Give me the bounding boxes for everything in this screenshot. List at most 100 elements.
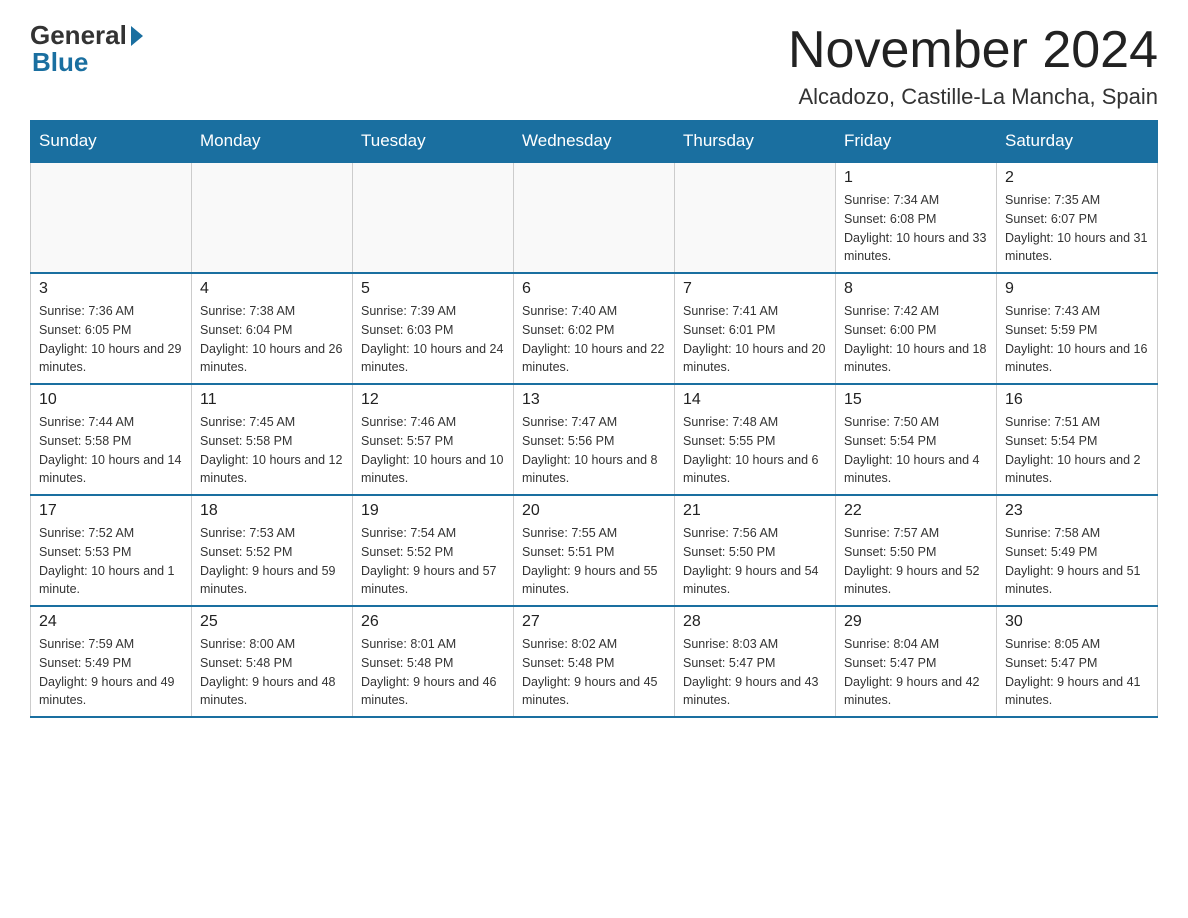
calendar-cell: 25 Sunrise: 8:00 AM Sunset: 5:48 PM Dayli… bbox=[192, 606, 353, 717]
day-info: Sunrise: 7:41 AM Sunset: 6:01 PM Dayligh… bbox=[683, 302, 827, 377]
calendar-cell: 15 Sunrise: 7:50 AM Sunset: 5:54 PM Dayli… bbox=[836, 384, 997, 495]
calendar-cell: 6 Sunrise: 7:40 AM Sunset: 6:02 PM Daylig… bbox=[514, 273, 675, 384]
day-number: 14 bbox=[683, 391, 827, 409]
day-number: 22 bbox=[844, 502, 988, 520]
day-number: 24 bbox=[39, 613, 183, 631]
day-info: Sunrise: 7:43 AM Sunset: 5:59 PM Dayligh… bbox=[1005, 302, 1149, 377]
calendar-cell: 16 Sunrise: 7:51 AM Sunset: 5:54 PM Dayli… bbox=[997, 384, 1158, 495]
day-number: 9 bbox=[1005, 280, 1149, 298]
calendar-cell: 17 Sunrise: 7:52 AM Sunset: 5:53 PM Dayli… bbox=[31, 495, 192, 606]
calendar-cell: 10Sunrise: 7:44 AM Sunset: 5:58 PM Dayli… bbox=[31, 384, 192, 495]
calendar-week-row: 17 Sunrise: 7:52 AM Sunset: 5:53 PM Dayli… bbox=[31, 495, 1158, 606]
day-info: Sunrise: 7:53 AM Sunset: 5:52 PM Dayligh… bbox=[200, 524, 344, 599]
calendar-cell: 11 Sunrise: 7:45 AM Sunset: 5:58 PM Dayli… bbox=[192, 384, 353, 495]
day-header-sunday: Sunday bbox=[31, 121, 192, 163]
calendar-cell bbox=[675, 162, 836, 273]
day-info: Sunrise: 7:35 AM Sunset: 6:07 PM Dayligh… bbox=[1005, 191, 1149, 266]
logo: General Blue bbox=[30, 20, 143, 78]
day-info: Sunrise: 7:40 AM Sunset: 6:02 PM Dayligh… bbox=[522, 302, 666, 377]
day-info: Sunrise: 7:46 AM Sunset: 5:57 PM Dayligh… bbox=[361, 413, 505, 488]
day-number: 11 bbox=[200, 391, 344, 409]
day-number: 13 bbox=[522, 391, 666, 409]
calendar-cell: 13 Sunrise: 7:47 AM Sunset: 5:56 PM Dayli… bbox=[514, 384, 675, 495]
day-number: 17 bbox=[39, 502, 183, 520]
calendar-cell: 4Sunrise: 7:38 AM Sunset: 6:04 PM Daylig… bbox=[192, 273, 353, 384]
day-header-wednesday: Wednesday bbox=[514, 121, 675, 163]
day-info: Sunrise: 7:56 AM Sunset: 5:50 PM Dayligh… bbox=[683, 524, 827, 599]
day-info: Sunrise: 7:58 AM Sunset: 5:49 PM Dayligh… bbox=[1005, 524, 1149, 599]
day-number: 18 bbox=[200, 502, 344, 520]
calendar-cell: 30 Sunrise: 8:05 AM Sunset: 5:47 PM Dayli… bbox=[997, 606, 1158, 717]
day-info: Sunrise: 7:34 AM Sunset: 6:08 PM Dayligh… bbox=[844, 191, 988, 266]
calendar-cell: 5 Sunrise: 7:39 AM Sunset: 6:03 PM Daylig… bbox=[353, 273, 514, 384]
day-info: Sunrise: 7:50 AM Sunset: 5:54 PM Dayligh… bbox=[844, 413, 988, 488]
day-number: 15 bbox=[844, 391, 988, 409]
calendar-cell: 27 Sunrise: 8:02 AM Sunset: 5:48 PM Dayli… bbox=[514, 606, 675, 717]
day-header-monday: Monday bbox=[192, 121, 353, 163]
calendar-cell bbox=[353, 162, 514, 273]
day-number: 10 bbox=[39, 391, 183, 409]
calendar-cell: 26 Sunrise: 8:01 AM Sunset: 5:48 PM Dayli… bbox=[353, 606, 514, 717]
logo-blue-label: Blue bbox=[30, 47, 88, 78]
day-info: Sunrise: 7:51 AM Sunset: 5:54 PM Dayligh… bbox=[1005, 413, 1149, 488]
calendar-cell: 18 Sunrise: 7:53 AM Sunset: 5:52 PM Dayli… bbox=[192, 495, 353, 606]
day-header-friday: Friday bbox=[836, 121, 997, 163]
day-number: 26 bbox=[361, 613, 505, 631]
day-number: 6 bbox=[522, 280, 666, 298]
calendar-cell: 20 Sunrise: 7:55 AM Sunset: 5:51 PM Dayli… bbox=[514, 495, 675, 606]
day-info: Sunrise: 7:45 AM Sunset: 5:58 PM Dayligh… bbox=[200, 413, 344, 488]
day-number: 29 bbox=[844, 613, 988, 631]
day-header-saturday: Saturday bbox=[997, 121, 1158, 163]
calendar-cell: 14Sunrise: 7:48 AM Sunset: 5:55 PM Dayli… bbox=[675, 384, 836, 495]
calendar-cell: 9 Sunrise: 7:43 AM Sunset: 5:59 PM Daylig… bbox=[997, 273, 1158, 384]
header: General Blue November 2024 Alcadozo, Cas… bbox=[30, 20, 1158, 110]
day-info: Sunrise: 7:47 AM Sunset: 5:56 PM Dayligh… bbox=[522, 413, 666, 488]
day-info: Sunrise: 7:52 AM Sunset: 5:53 PM Dayligh… bbox=[39, 524, 183, 599]
calendar-week-row: 24 Sunrise: 7:59 AM Sunset: 5:49 PM Dayli… bbox=[31, 606, 1158, 717]
day-info: Sunrise: 8:05 AM Sunset: 5:47 PM Dayligh… bbox=[1005, 635, 1149, 710]
day-info: Sunrise: 7:57 AM Sunset: 5:50 PM Dayligh… bbox=[844, 524, 988, 599]
calendar-cell: 2 Sunrise: 7:35 AM Sunset: 6:07 PM Daylig… bbox=[997, 162, 1158, 273]
calendar-week-row: 3Sunrise: 7:36 AM Sunset: 6:05 PM Daylig… bbox=[31, 273, 1158, 384]
calendar-cell: 21 Sunrise: 7:56 AM Sunset: 5:50 PM Dayli… bbox=[675, 495, 836, 606]
day-number: 27 bbox=[522, 613, 666, 631]
calendar-cell: 23 Sunrise: 7:58 AM Sunset: 5:49 PM Dayli… bbox=[997, 495, 1158, 606]
calendar-cell: 8 Sunrise: 7:42 AM Sunset: 6:00 PM Daylig… bbox=[836, 273, 997, 384]
day-info: Sunrise: 8:02 AM Sunset: 5:48 PM Dayligh… bbox=[522, 635, 666, 710]
calendar-cell: 12Sunrise: 7:46 AM Sunset: 5:57 PM Dayli… bbox=[353, 384, 514, 495]
day-info: Sunrise: 7:36 AM Sunset: 6:05 PM Dayligh… bbox=[39, 302, 183, 377]
calendar-cell: 28 Sunrise: 8:03 AM Sunset: 5:47 PM Dayli… bbox=[675, 606, 836, 717]
day-info: Sunrise: 7:55 AM Sunset: 5:51 PM Dayligh… bbox=[522, 524, 666, 599]
day-number: 5 bbox=[361, 280, 505, 298]
day-number: 4 bbox=[200, 280, 344, 298]
calendar-cell: 19Sunrise: 7:54 AM Sunset: 5:52 PM Dayli… bbox=[353, 495, 514, 606]
day-info: Sunrise: 7:59 AM Sunset: 5:49 PM Dayligh… bbox=[39, 635, 183, 710]
day-number: 28 bbox=[683, 613, 827, 631]
day-number: 2 bbox=[1005, 169, 1149, 187]
logo-arrow-icon bbox=[131, 26, 143, 46]
day-info: Sunrise: 8:00 AM Sunset: 5:48 PM Dayligh… bbox=[200, 635, 344, 710]
day-number: 8 bbox=[844, 280, 988, 298]
calendar-cell: 29 Sunrise: 8:04 AM Sunset: 5:47 PM Dayli… bbox=[836, 606, 997, 717]
day-info: Sunrise: 8:01 AM Sunset: 5:48 PM Dayligh… bbox=[361, 635, 505, 710]
month-title: November 2024 bbox=[788, 20, 1158, 80]
day-number: 25 bbox=[200, 613, 344, 631]
day-number: 30 bbox=[1005, 613, 1149, 631]
day-number: 23 bbox=[1005, 502, 1149, 520]
day-number: 16 bbox=[1005, 391, 1149, 409]
calendar-cell: 24 Sunrise: 7:59 AM Sunset: 5:49 PM Dayli… bbox=[31, 606, 192, 717]
title-area: November 2024 Alcadozo, Castille-La Manc… bbox=[788, 20, 1158, 110]
day-info: Sunrise: 8:03 AM Sunset: 5:47 PM Dayligh… bbox=[683, 635, 827, 710]
calendar-table: SundayMondayTuesdayWednesdayThursdayFrid… bbox=[30, 120, 1158, 718]
day-info: Sunrise: 7:39 AM Sunset: 6:03 PM Dayligh… bbox=[361, 302, 505, 377]
day-info: Sunrise: 8:04 AM Sunset: 5:47 PM Dayligh… bbox=[844, 635, 988, 710]
calendar-week-row: 10Sunrise: 7:44 AM Sunset: 5:58 PM Dayli… bbox=[31, 384, 1158, 495]
day-number: 21 bbox=[683, 502, 827, 520]
day-header-thursday: Thursday bbox=[675, 121, 836, 163]
calendar-week-row: 1Sunrise: 7:34 AM Sunset: 6:08 PM Daylig… bbox=[31, 162, 1158, 273]
day-number: 20 bbox=[522, 502, 666, 520]
day-number: 19 bbox=[361, 502, 505, 520]
day-info: Sunrise: 7:42 AM Sunset: 6:00 PM Dayligh… bbox=[844, 302, 988, 377]
calendar-cell bbox=[192, 162, 353, 273]
calendar-cell: 3Sunrise: 7:36 AM Sunset: 6:05 PM Daylig… bbox=[31, 273, 192, 384]
